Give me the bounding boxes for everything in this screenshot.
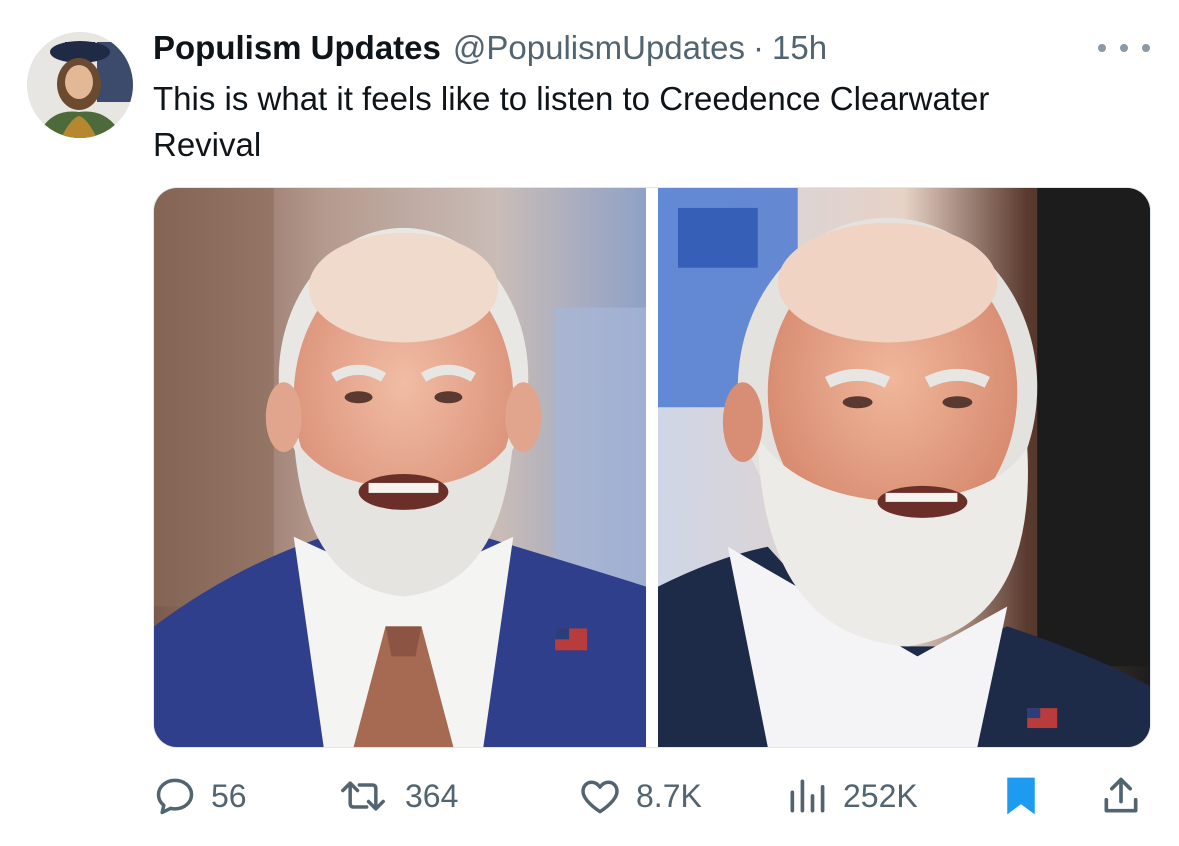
avatar-image (27, 32, 133, 138)
share-button[interactable] (1099, 768, 1143, 824)
author-display-name[interactable]: Populism Updates (153, 26, 441, 70)
retweet-button[interactable]: 364 (335, 768, 458, 824)
media-photo-left[interactable] (154, 188, 646, 747)
views-count: 252K (843, 777, 918, 814)
bar-chart-icon (790, 779, 825, 813)
tweet-header: Populism Updates @PopulismUpdates · 15h (153, 26, 827, 70)
views-button[interactable]: 252K (785, 768, 918, 824)
share-upload-icon (1104, 777, 1138, 813)
ellipsis-dot (1142, 44, 1150, 52)
reply-count: 56 (211, 777, 247, 814)
heart-icon (581, 780, 619, 814)
avatar[interactable] (27, 32, 133, 138)
like-count: 8.7K (636, 777, 702, 814)
tweet-actions-bar: 56 364 8.7K 252K (153, 768, 1151, 824)
photo-left-image (154, 188, 646, 747)
photo-right-image (658, 188, 1150, 747)
tweet-text: This is what it feels like to listen to … (153, 80, 990, 163)
media-photo-right[interactable] (658, 188, 1150, 747)
more-options-button[interactable] (1098, 34, 1150, 62)
like-button[interactable]: 8.7K (578, 768, 702, 824)
ellipsis-icon (1098, 44, 1106, 52)
author-handle[interactable]: @PopulismUpdates (453, 26, 745, 70)
tweet-media[interactable] (153, 187, 1151, 748)
ellipsis-dot (1120, 44, 1128, 52)
retweet-count: 364 (405, 777, 459, 814)
bookmark-button[interactable] (1001, 768, 1041, 824)
retweet-arrows-icon (341, 781, 385, 811)
header-separator: · (753, 29, 765, 66)
reply-button[interactable]: 56 (153, 768, 247, 824)
speech-bubble-icon (156, 778, 194, 815)
bookmark-icon (1007, 777, 1035, 815)
tweet[interactable]: Populism Updates @PopulismUpdates · 15h … (0, 0, 1179, 846)
tweet-timestamp[interactable]: 15h (772, 26, 827, 70)
